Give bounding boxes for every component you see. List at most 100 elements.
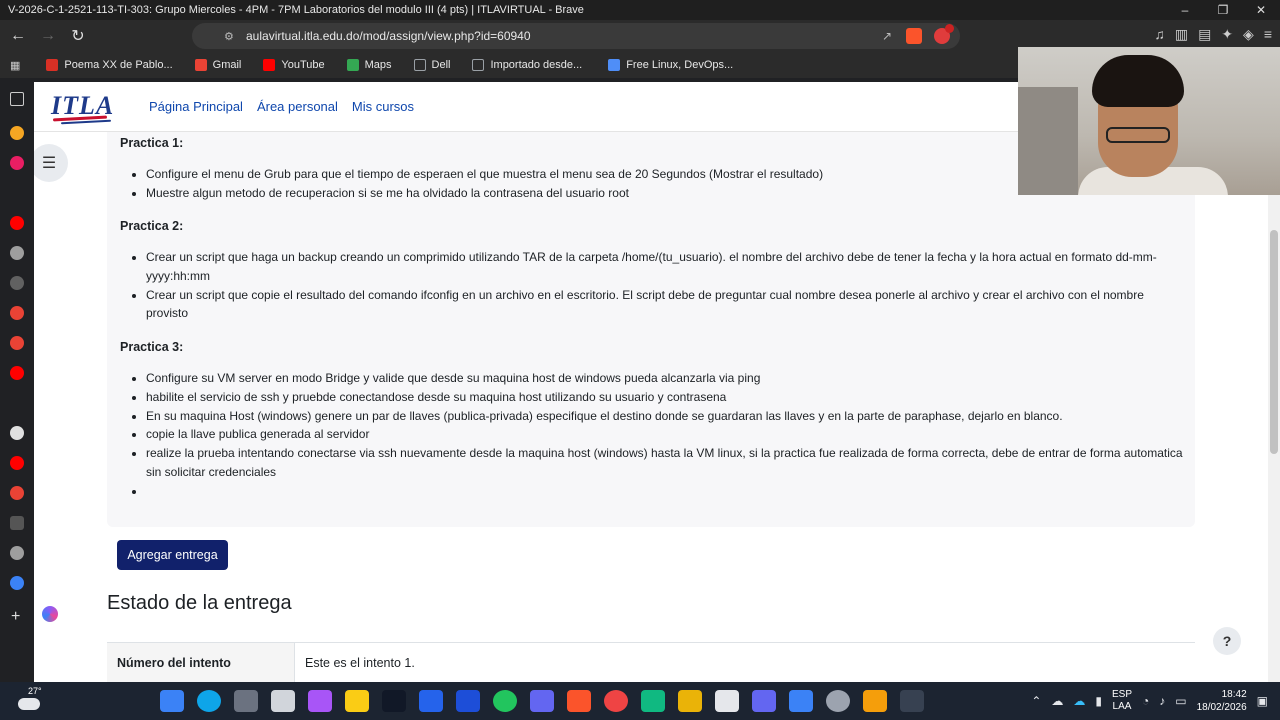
bookmark-maps[interactable]: Maps [346,59,392,71]
course-index-toggle[interactable]: ☰ [34,144,68,182]
menu-icon[interactable]: ≡ [1264,26,1272,43]
wifi-icon[interactable]: ◔ [1142,694,1149,708]
flask-icon [608,59,621,71]
bookmark-dell[interactable]: Dell [413,59,450,71]
practice-3-list: Configure su VM server en modo Bridge y … [134,369,1184,501]
snipping-tool-icon[interactable] [715,690,739,712]
media-icon[interactable]: ♫ [1154,26,1165,43]
sidebar-app-icon[interactable] [10,156,24,170]
cloud-icon[interactable]: ☁ [1051,694,1063,708]
close-button[interactable]: ✕ [1242,0,1280,20]
system-tray: ⌃ ☁ ☁ ▮ ESP LAA ◔ ♪ ▭ 18:42 18/02/2026 ▣ [1031,682,1268,720]
youtube-icon[interactable] [10,366,24,380]
chevron-up-icon[interactable]: ⌃ [1031,694,1041,708]
attempt-number-label: Número del intento [107,643,295,682]
add-submission-button[interactable]: Agregar entrega [117,540,228,570]
forward-icon[interactable]: → [35,23,61,49]
nav-dashboard[interactable]: Área personal [257,99,338,114]
leo-ai-icon[interactable]: ✦ [1221,26,1233,43]
nav-home[interactable]: Página Principal [149,99,243,114]
temperature: 27° [28,686,42,696]
clock[interactable]: 18:42 18/02/2026 [1197,688,1247,714]
help-button[interactable]: ? [1213,627,1241,655]
gmail-icon [194,59,207,71]
sidebar-panel-icon[interactable] [10,92,24,106]
minimize-button[interactable]: – [1166,0,1204,20]
nav-my-courses[interactable]: Mis cursos [352,99,414,114]
sidebar-app-icon[interactable] [10,246,24,260]
copilot-icon[interactable] [308,690,332,712]
cisco-icon[interactable] [271,690,295,712]
google-icon[interactable] [10,486,24,500]
maximize-button[interactable]: ❐ [1204,0,1242,20]
wallet-icon[interactable]: ▤ [1198,26,1211,43]
bookmark-youtube[interactable]: YouTube [263,59,325,71]
volume-icon[interactable]: ♪ [1159,694,1165,708]
shield-icon[interactable] [10,546,24,560]
bookmark-gmail[interactable]: Gmail [194,59,241,71]
battery-icon[interactable]: ▭ [1175,694,1186,708]
task-view-icon[interactable] [234,690,258,712]
list-icon: ☰ [41,155,57,172]
search-icon[interactable] [197,690,221,712]
app-icon[interactable] [641,690,665,712]
share-icon[interactable]: ↗ [882,29,892,43]
language-indicator[interactable]: ESP LAA [1112,689,1132,713]
attempt-number-value: Este es el intento 1. [305,656,415,670]
chatgpt-icon[interactable] [826,690,850,712]
onedrive-icon[interactable]: ☁ [1073,694,1085,708]
teams-icon[interactable] [530,690,554,712]
file-explorer-icon[interactable] [678,690,702,712]
itla-logo[interactable]: ITLA [51,91,113,125]
apps-grid-icon[interactable]: ▦ [10,59,20,72]
list-item: Crear un script que haga un backup crean… [146,248,1184,286]
gemini-icon[interactable] [10,576,24,590]
bookmark-red-icon [46,59,59,71]
pdf-icon[interactable] [604,690,628,712]
sidebar-app-icon[interactable] [10,516,24,530]
ai-assistant-icon[interactable] [42,606,58,622]
vpn-icon[interactable]: ◈ [1243,26,1254,43]
taskbar-apps [160,690,924,712]
site-info-icon[interactable]: ⚙ [224,30,246,43]
azure-icon[interactable] [789,690,813,712]
section-heading: Practica 3: [120,340,184,354]
brave-rewards-icon[interactable] [934,24,954,44]
reload-icon[interactable]: ↻ [65,23,91,49]
google-icon[interactable] [10,306,24,320]
scrollbar-thumb[interactable] [1270,230,1278,454]
bookmark-poema[interactable]: Poema XX de Pablo... [46,59,173,71]
notification-icon[interactable]: ▣ [1257,694,1268,708]
store-icon[interactable] [345,690,369,712]
google-icon[interactable] [10,336,24,350]
youtube-icon[interactable] [10,216,24,230]
start-icon[interactable] [160,690,184,712]
sidebar-app-icon[interactable] [10,126,24,140]
back-icon[interactable]: ← [5,23,31,49]
list-item: Configure su VM server en modo Bridge y … [146,369,1184,388]
openai-icon[interactable] [10,426,24,440]
youtube-icon[interactable] [10,456,24,470]
brave-shields-icon[interactable] [906,28,922,44]
weather-widget[interactable]: 27° [16,686,44,714]
submission-status-table: Número del intento Este es el intento 1. [107,642,1195,682]
sidebar-toggle-icon[interactable]: ▥ [1175,26,1188,43]
microphone-icon[interactable]: ▮ [1095,694,1102,708]
url-text[interactable]: aulavirtual.itla.edu.do/mod/assign/view.… [246,29,882,43]
whatsapp-icon[interactable] [493,690,517,712]
tiktok-icon[interactable] [382,690,406,712]
browser-sidebar: + [0,78,34,682]
add-panel-icon[interactable]: + [11,608,25,625]
section-heading: Practica 2: [120,219,184,233]
app-icon[interactable] [752,690,776,712]
address-bar[interactable]: ⚙ aulavirtual.itla.edu.do/mod/assign/vie… [192,23,960,49]
terminal-icon[interactable] [900,690,924,712]
youtube-icon [263,59,276,71]
outlook-icon[interactable] [419,690,443,712]
word-icon[interactable] [456,690,480,712]
app-icon[interactable] [863,690,887,712]
bookmark-importado[interactable]: Importado desde... [472,59,582,71]
sidebar-app-icon[interactable] [10,276,24,290]
brave-icon[interactable] [567,690,591,712]
bookmark-free-linux[interactable]: Free Linux, DevOps... [608,59,733,71]
